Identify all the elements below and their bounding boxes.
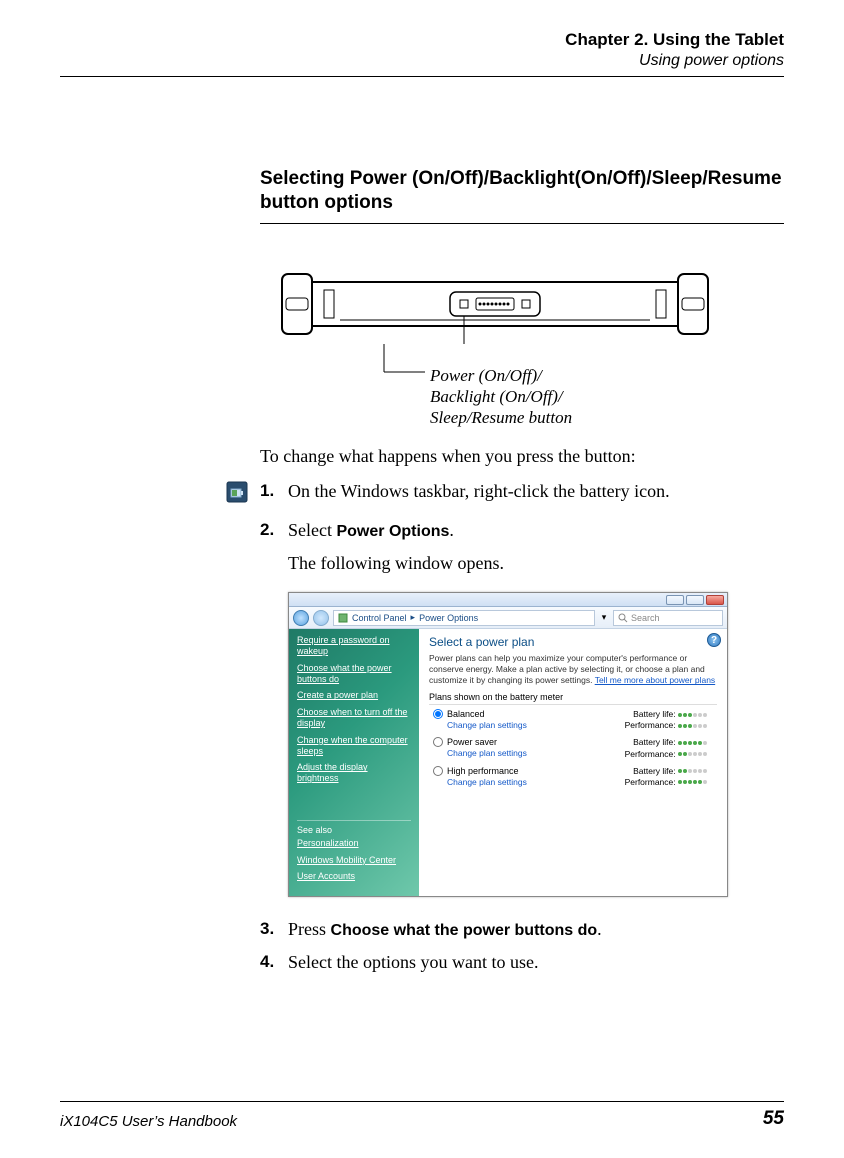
step-number-4: 4. bbox=[260, 952, 288, 973]
step-4-text: Select the options you want to use. bbox=[288, 952, 784, 973]
chapter-title: Chapter 2. Using the Tablet bbox=[60, 30, 784, 50]
subsection-title: Using power options bbox=[60, 52, 784, 70]
change-plan-settings-link[interactable]: Change plan settings bbox=[447, 720, 527, 730]
search-icon bbox=[618, 613, 628, 623]
battery-life-label: Battery life: bbox=[633, 766, 676, 776]
window-maximize-button[interactable] bbox=[686, 595, 704, 605]
plan-radio[interactable] bbox=[433, 737, 443, 747]
chevron-right-icon: ▸ bbox=[411, 612, 416, 623]
step-3-text: Press Choose what the power buttons do. bbox=[288, 919, 784, 940]
change-plan-settings-link[interactable]: Change plan settings bbox=[447, 748, 527, 758]
callout-line-2: Backlight (On/Off)/ bbox=[430, 386, 784, 407]
power-plan-row: High performanceChange plan settings Batt… bbox=[429, 766, 717, 788]
breadcrumb-control-panel: Control Panel bbox=[352, 613, 407, 623]
plan-name: High performance bbox=[447, 766, 519, 776]
step-number-3: 3. bbox=[260, 919, 288, 940]
intro-text: To change what happens when you press th… bbox=[260, 446, 784, 467]
step-2-text-c: . bbox=[449, 520, 454, 540]
plans-header: Plans shown on the battery meter bbox=[429, 692, 717, 705]
see-also-link[interactable]: User Accounts bbox=[297, 871, 411, 882]
help-icon[interactable]: ? bbox=[707, 633, 721, 647]
performance-label: Performance: bbox=[625, 749, 676, 759]
window-minimize-button[interactable] bbox=[666, 595, 684, 605]
page-number: 55 bbox=[763, 1108, 784, 1130]
step-2-text-a: Select bbox=[288, 520, 336, 540]
step-number-2: 2. bbox=[260, 520, 288, 541]
step-2-text-b: Power Options bbox=[336, 523, 449, 540]
window-close-button[interactable] bbox=[706, 595, 724, 605]
see-also-link[interactable]: Personalization bbox=[297, 838, 411, 849]
plan-name: Power saver bbox=[447, 737, 497, 747]
step-3-text-c: . bbox=[597, 919, 602, 939]
tasks-sidebar: Require a password on wakeup Choose what … bbox=[289, 629, 419, 896]
nav-back-button[interactable] bbox=[293, 610, 309, 626]
power-options-screenshot: Control Panel ▸ Power Options ▾ Search R… bbox=[288, 592, 728, 897]
step-number-1: 1. bbox=[260, 481, 288, 508]
step-2-sub: The following window opens. bbox=[288, 553, 784, 574]
see-also-heading: See also bbox=[297, 820, 411, 835]
step-3-text-b: Choose what the power buttons do bbox=[331, 922, 598, 939]
power-plan-row: Power saverChange plan settings Battery l… bbox=[429, 737, 717, 759]
step-3-text-a: Press bbox=[288, 919, 331, 939]
plan-radio[interactable] bbox=[433, 709, 443, 719]
footer-handbook-title: iX104C5 User’s Handbook bbox=[60, 1113, 237, 1130]
breadcrumb-power-options: Power Options bbox=[419, 613, 478, 623]
performance-label: Performance: bbox=[625, 777, 676, 787]
sidebar-task-link[interactable]: Adjust the display brightness bbox=[297, 762, 411, 784]
step-2-text: Select Power Options. bbox=[288, 520, 784, 541]
callout-line-3: Sleep/Resume button bbox=[430, 407, 784, 428]
battery-tray-icon bbox=[226, 481, 248, 503]
see-also-link[interactable]: Windows Mobility Center bbox=[297, 855, 411, 866]
sidebar-task-link[interactable]: Choose what the power buttons do bbox=[297, 663, 411, 685]
search-placeholder: Search bbox=[631, 613, 660, 623]
section-heading: Selecting Power (On/Off)/Backlight(On/Of… bbox=[260, 167, 784, 215]
sidebar-task-link[interactable]: Change when the computer sleeps bbox=[297, 735, 411, 757]
plan-name: Balanced bbox=[447, 709, 485, 719]
change-plan-settings-link[interactable]: Change plan settings bbox=[447, 777, 527, 787]
window-titlebar bbox=[289, 593, 727, 607]
sidebar-task-link[interactable]: Require a password on wakeup bbox=[297, 635, 411, 657]
main-description: Power plans can help you maximize your c… bbox=[429, 653, 717, 686]
tablet-top-view-diagram bbox=[280, 264, 784, 344]
plan-radio[interactable] bbox=[433, 766, 443, 776]
breadcrumb[interactable]: Control Panel ▸ Power Options bbox=[333, 610, 595, 626]
sidebar-task-link[interactable]: Choose when to turn off the display bbox=[297, 707, 411, 729]
search-input[interactable]: Search bbox=[613, 610, 723, 626]
performance-label: Performance: bbox=[625, 720, 676, 730]
battery-life-label: Battery life: bbox=[633, 709, 676, 719]
power-plan-row: BalancedChange plan settings Battery life… bbox=[429, 709, 717, 731]
sidebar-task-link[interactable]: Create a power plan bbox=[297, 690, 411, 701]
step-1-text: On the Windows taskbar, right-click the … bbox=[288, 481, 784, 508]
nav-forward-button[interactable] bbox=[313, 610, 329, 626]
control-panel-icon bbox=[338, 613, 348, 623]
battery-life-label: Battery life: bbox=[633, 737, 676, 747]
main-title: Select a power plan bbox=[429, 635, 717, 649]
tell-me-more-link[interactable]: Tell me more about power plans bbox=[595, 675, 715, 685]
